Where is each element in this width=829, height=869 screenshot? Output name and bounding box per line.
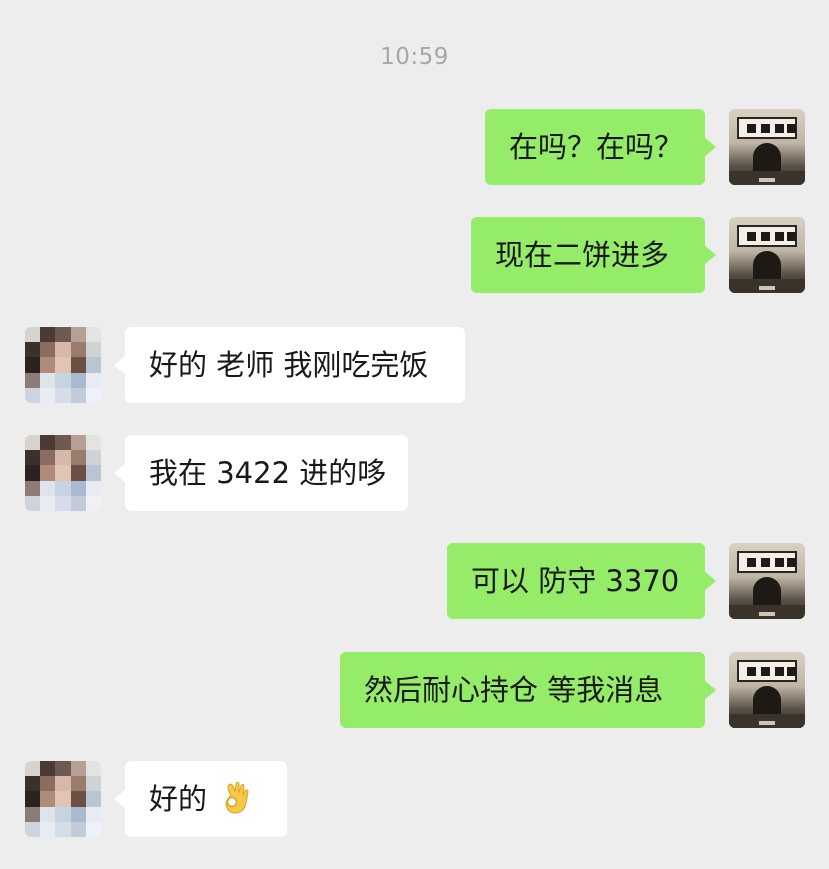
message-bubble[interactable]: 然后耐心持仓 等我消息 <box>340 652 716 728</box>
message-bubble[interactable]: 我在 3422 进的哆 <box>114 435 408 511</box>
self-avatar[interactable] <box>729 217 805 293</box>
contact-avatar[interactable] <box>25 761 101 837</box>
contact-avatar[interactable] <box>25 435 101 511</box>
chat-timestamp: 10:59 <box>380 44 449 70</box>
message-text: 好的 <box>149 782 208 816</box>
self-avatar[interactable] <box>729 543 805 619</box>
ok-hand-emoji-icon <box>222 761 252 837</box>
message-bubble[interactable]: 在吗？在吗？ <box>485 109 716 185</box>
contact-avatar[interactable] <box>25 327 101 403</box>
self-avatar[interactable] <box>729 109 805 185</box>
message-bubble[interactable]: 可以 防守 3370 <box>447 543 716 619</box>
self-avatar[interactable] <box>729 652 805 728</box>
message-bubble[interactable]: 现在二饼进多 <box>471 217 716 293</box>
message-bubble[interactable]: 好的 老师 我刚吃完饭 <box>114 327 465 403</box>
message-bubble[interactable]: 好的 <box>114 761 287 837</box>
